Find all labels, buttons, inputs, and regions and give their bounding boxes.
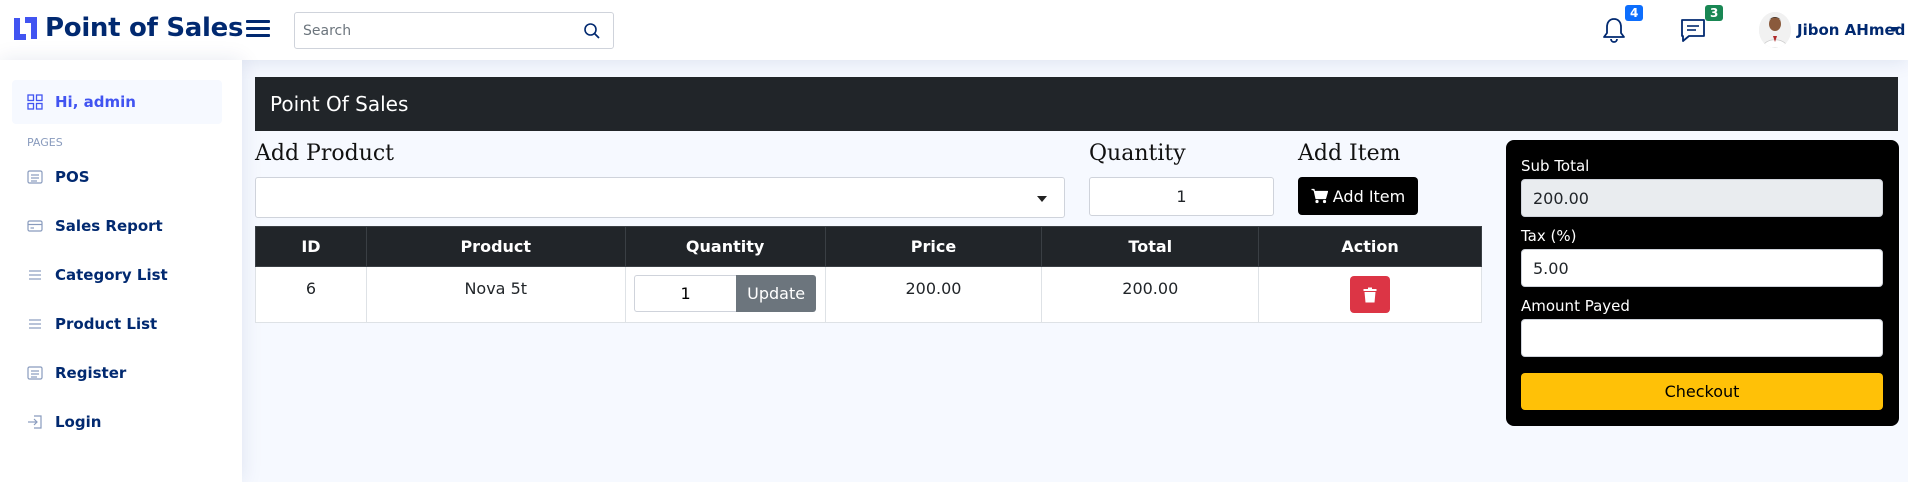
column-header-total: Total <box>1041 226 1260 267</box>
cell-quantity: Update <box>624 266 826 323</box>
column-header-price: Price <box>824 226 1043 267</box>
search-icon[interactable] <box>583 22 601 40</box>
trash-icon <box>1363 287 1377 302</box>
sidebar-item-label: Category List <box>55 266 168 284</box>
checkout-button[interactable]: Checkout <box>1521 373 1883 410</box>
tax-field[interactable] <box>1521 249 1883 287</box>
order-summary-panel: Sub Total Tax (%) Amount Payed Checkout <box>1506 140 1899 426</box>
sidebar-item-label: Register <box>55 364 127 382</box>
cell-action <box>1258 266 1482 323</box>
chat-icon[interactable] <box>1679 16 1707 44</box>
add-item-button-label: Add Item <box>1332 186 1406 206</box>
amount-payed-field[interactable] <box>1521 319 1883 357</box>
update-button[interactable]: Update <box>736 275 817 312</box>
login-icon <box>28 415 42 429</box>
logo-text: Point of Sales <box>45 13 244 43</box>
tax-label: Tax (%) <box>1521 227 1577 245</box>
list-icon <box>29 319 41 329</box>
table-row: 6 Nova 5t Update 200.00 200.00 <box>255 266 1482 323</box>
user-avatar-icon <box>1759 12 1791 48</box>
bell-icon[interactable] <box>1601 16 1627 44</box>
sidebar-item-pos[interactable]: POS <box>12 155 222 199</box>
quantity-label: Quantity <box>1089 141 1186 166</box>
sidebar: Hi, admin PAGES POS Sales Report Categor… <box>0 60 242 482</box>
sidebar-item-login[interactable]: Login <box>12 400 222 444</box>
header: Point of Sales 4 3 Jibon AHmed <box>0 0 1908 60</box>
quantity-stepper: Update <box>634 275 817 312</box>
sidebar-item-label: Login <box>55 413 102 431</box>
search-bar <box>294 12 614 49</box>
card-list-icon <box>27 366 43 380</box>
cart-table: ID Product Quantity Price Total Action 6… <box>255 226 1482 323</box>
sidebar-item-product-list[interactable]: Product List <box>12 302 222 346</box>
add-item-button[interactable]: Add Item <box>1298 177 1418 215</box>
table-header-row: ID Product Quantity Price Total Action <box>255 226 1482 267</box>
grid-icon <box>27 94 43 110</box>
menu-toggle-icon[interactable] <box>246 17 270 41</box>
column-header-action: Action <box>1258 226 1482 267</box>
column-header-product: Product <box>365 226 626 267</box>
sidebar-item-category-list[interactable]: Category List <box>12 253 222 297</box>
cell-total: 200.00 <box>1041 266 1260 323</box>
quantity-input[interactable] <box>1089 177 1274 216</box>
subtotal-field <box>1521 179 1883 217</box>
logo-icon <box>14 16 37 40</box>
add-item-label: Add Item <box>1298 141 1401 166</box>
page-title-bar: Point Of Sales <box>255 77 1898 131</box>
product-select[interactable] <box>255 177 1065 218</box>
subtotal-label: Sub Total <box>1521 157 1590 175</box>
column-header-quantity: Quantity <box>624 226 826 267</box>
messages-badge: 3 <box>1705 5 1724 21</box>
column-header-id: ID <box>255 226 367 267</box>
list-icon <box>27 170 43 184</box>
sidebar-item-register[interactable]: Register <box>12 351 222 395</box>
chevron-down-icon[interactable] <box>1890 27 1898 32</box>
search-input[interactable] <box>295 14 575 47</box>
delete-button[interactable] <box>1350 276 1391 313</box>
cell-product: Nova 5t <box>365 266 626 323</box>
logo[interactable]: Point of Sales <box>12 13 243 43</box>
sidebar-item-dashboard[interactable]: Hi, admin <box>12 80 222 124</box>
sidebar-item-label: Hi, admin <box>55 93 136 111</box>
sidebar-section-heading: PAGES <box>27 136 63 149</box>
sidebar-item-label: Product List <box>55 315 158 333</box>
sidebar-item-label: Sales Report <box>55 217 163 235</box>
notifications-badge: 4 <box>1625 5 1644 21</box>
cell-price: 200.00 <box>824 266 1043 323</box>
sidebar-item-label: POS <box>55 168 90 186</box>
amount-payed-label: Amount Payed <box>1521 297 1630 315</box>
cell-id: 6 <box>255 266 367 323</box>
add-product-label: Add Product <box>255 141 395 166</box>
avatar[interactable] <box>1759 12 1791 48</box>
cart-icon <box>1311 188 1328 204</box>
sidebar-item-sales-report[interactable]: Sales Report <box>12 204 222 248</box>
card-icon <box>27 220 43 232</box>
chevron-down-icon <box>1037 196 1047 202</box>
list-icon <box>29 270 41 280</box>
page-title: Point Of Sales <box>270 92 409 116</box>
row-quantity-input[interactable] <box>634 275 737 312</box>
